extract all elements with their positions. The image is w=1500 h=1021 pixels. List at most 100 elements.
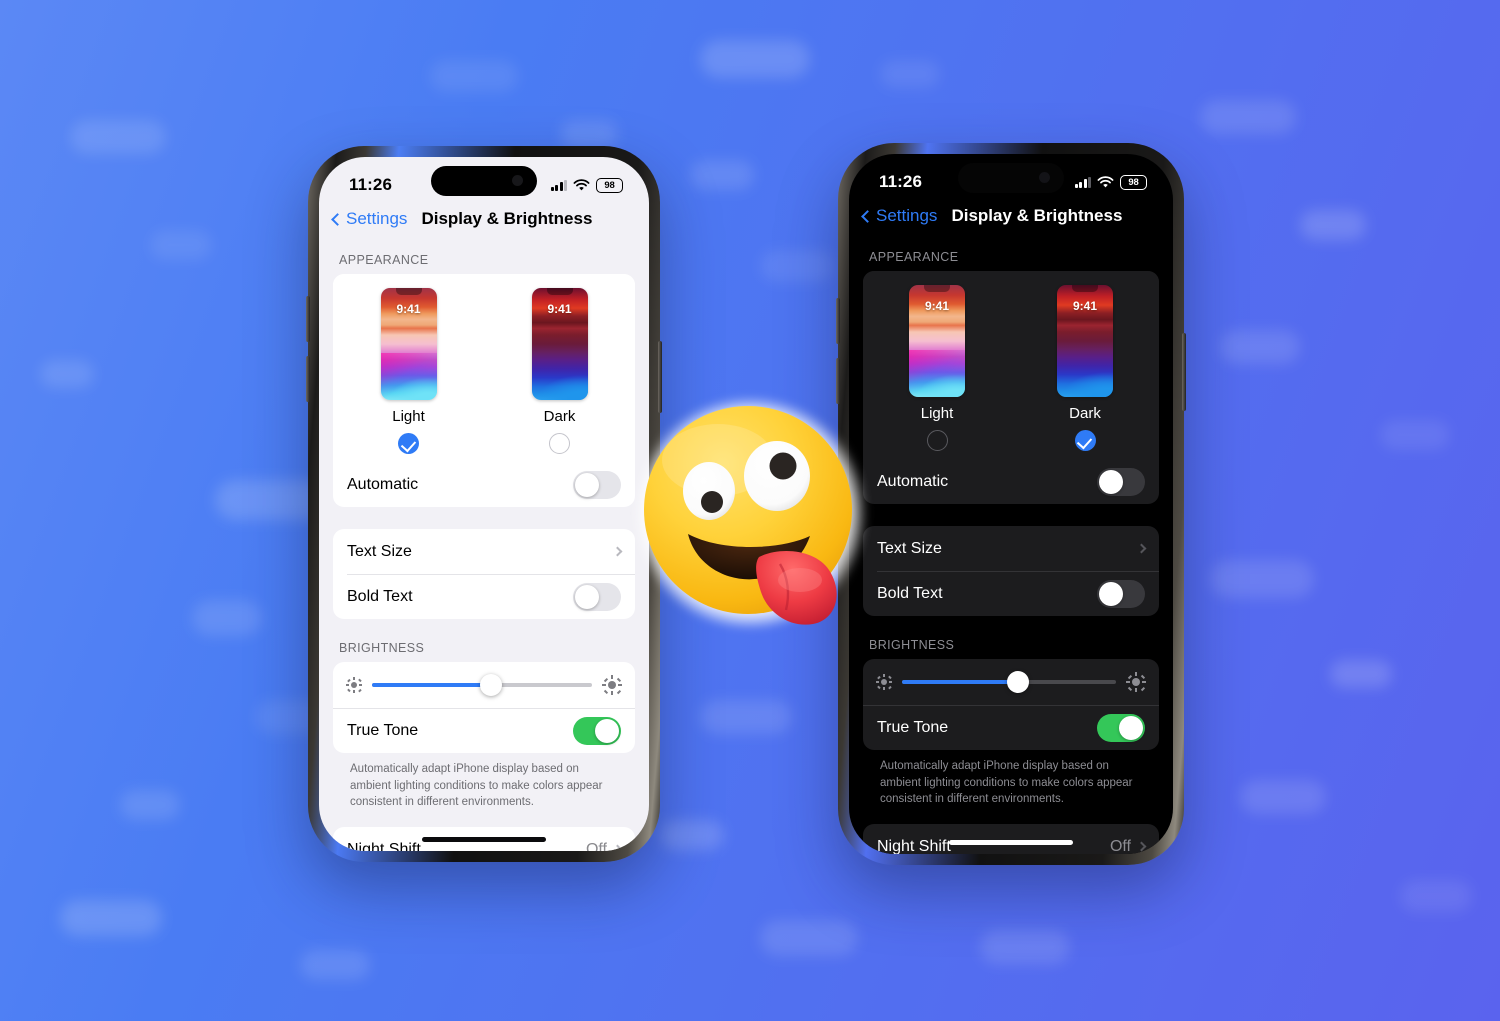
appearance-section-header: APPEARANCE	[339, 253, 429, 267]
text-card: Text Size Bold Text	[863, 526, 1159, 616]
thumbnail-time: 9:41	[396, 302, 421, 316]
thumbnail-time: 9:41	[1072, 299, 1098, 313]
row-bold-text[interactable]: Bold Text	[333, 574, 635, 619]
appearance-picker: 9:41 Light 9:41 Dark	[863, 271, 1159, 459]
volume-up-button[interactable]	[836, 298, 840, 344]
row-bold-text[interactable]: Bold Text	[863, 571, 1159, 616]
back-to-settings-button[interactable]: Settings	[861, 206, 937, 226]
row-true-tone[interactable]: True Tone	[333, 708, 635, 753]
dark-wallpaper-thumbnail: 9:41	[531, 288, 588, 400]
toggle-knob	[1119, 716, 1143, 740]
radio-light-unselected[interactable]	[926, 430, 948, 451]
back-label: Settings	[346, 209, 408, 228]
night-shift-card: Night Shift Off	[863, 824, 1159, 854]
brightness-section-header: BRIGHTNESS	[339, 641, 425, 655]
phone-screen-light: 11:26 98 Settings Display & Brightness A…	[319, 157, 649, 851]
chevron-right-icon	[612, 546, 623, 557]
appearance-option-light[interactable]: 9:41 Light	[863, 285, 1011, 451]
home-indicator[interactable]	[422, 837, 546, 842]
thumbnail-notch	[1072, 285, 1098, 292]
bold-text-toggle[interactable]	[573, 582, 621, 611]
volume-down-button[interactable]	[306, 356, 310, 402]
dynamic-island	[431, 166, 537, 196]
brightness-slider[interactable]	[902, 671, 1116, 693]
row-automatic[interactable]: Automatic	[863, 459, 1159, 504]
text-size-label: Text Size	[347, 542, 412, 560]
true-tone-toggle[interactable]	[1097, 714, 1145, 742]
thumbnail-time: 9:41	[547, 302, 572, 316]
appearance-option-dark[interactable]: 9:41 Dark	[484, 288, 635, 454]
toggle-knob	[575, 472, 599, 497]
night-shift-label: Night Shift	[347, 840, 421, 851]
true-tone-label: True Tone	[347, 722, 419, 739]
status-bar: 11:26 98	[849, 154, 1173, 200]
chevron-right-icon	[1136, 841, 1147, 852]
wifi-icon	[573, 178, 590, 190]
zany-face-emoji	[644, 405, 852, 625]
text-size-right	[1136, 543, 1147, 554]
home-indicator[interactable]	[949, 840, 1073, 845]
automatic-toggle[interactable]	[1097, 467, 1145, 496]
battery-indicator: 98	[596, 177, 623, 193]
night-shift-right: Off	[585, 840, 623, 851]
thumbnail-notch	[924, 285, 950, 292]
thumbnail-notch	[546, 288, 573, 295]
bold-text-label: Bold Text	[877, 584, 943, 602]
toggle-knob	[1099, 581, 1123, 606]
row-text-size[interactable]: Text Size	[863, 526, 1159, 571]
page-title: Display & Brightness	[421, 209, 593, 228]
true-tone-footnote: Automatically adapt iPhone display based…	[350, 763, 603, 809]
brightness-high-icon	[602, 675, 622, 695]
status-time: 11:26	[349, 175, 393, 194]
screenshot-canvas: 11:26 98 Settings Display & Brightness A…	[0, 0, 1500, 1021]
battery-indicator: 98	[1120, 174, 1147, 190]
row-night-shift[interactable]: Night Shift Off	[863, 824, 1159, 854]
settings-list: APPEARANCE 9:41 Light 9:41 Dark Automati…	[849, 236, 1173, 854]
text-size-label: Text Size	[877, 539, 942, 557]
cellular-icon	[1074, 176, 1091, 188]
text-card: Text Size Bold Text	[333, 529, 635, 619]
appearance-section-header: APPEARANCE	[869, 250, 959, 264]
front-camera-icon	[512, 175, 523, 186]
phone-screen-dark: 11:26 98 Settings Display & Brightness A…	[849, 154, 1173, 854]
iphone-light-mode: 11:26 98 Settings Display & Brightness A…	[306, 146, 662, 862]
brightness-slider[interactable]	[372, 674, 592, 696]
text-size-right	[612, 546, 623, 557]
brightness-card: True Tone	[333, 662, 635, 753]
iphone-dark-mode: 11:26 98 Settings Display & Brightness A…	[836, 143, 1186, 865]
row-true-tone[interactable]: True Tone	[863, 705, 1159, 750]
status-time: 11:26	[879, 172, 923, 191]
appearance-option-light[interactable]: 9:41 Light	[333, 288, 484, 454]
slider-knob[interactable]	[1006, 671, 1029, 693]
slider-fill	[902, 680, 1018, 684]
night-shift-value: Off	[585, 840, 607, 851]
slider-knob[interactable]	[479, 674, 502, 696]
brightness-card: True Tone	[863, 659, 1159, 750]
cellular-icon	[550, 179, 567, 191]
toggle-knob	[575, 584, 599, 609]
appearance-label-light: Light	[920, 405, 954, 422]
radio-light-selected[interactable]	[398, 433, 419, 454]
navigation-bar: Settings Display & Brightness	[849, 200, 1173, 236]
true-tone-footnote: Automatically adapt iPhone display based…	[880, 760, 1133, 806]
radio-dark-selected[interactable]	[1074, 430, 1096, 451]
automatic-toggle[interactable]	[573, 470, 621, 499]
true-tone-toggle[interactable]	[573, 717, 621, 745]
power-button[interactable]	[1182, 333, 1186, 411]
back-to-settings-button[interactable]: Settings	[331, 209, 408, 229]
chevron-right-icon	[1136, 543, 1147, 554]
bold-text-toggle[interactable]	[1097, 579, 1145, 608]
appearance-option-dark[interactable]: 9:41 Dark	[1011, 285, 1159, 451]
thumbnail-notch	[395, 288, 422, 295]
row-automatic[interactable]: Automatic	[333, 462, 635, 507]
appearance-label-light: Light	[392, 408, 425, 425]
radio-dark-unselected[interactable]	[549, 433, 570, 454]
appearance-picker: 9:41 Light 9:41 Dark	[333, 274, 635, 462]
row-text-size[interactable]: Text Size	[333, 529, 635, 574]
light-wallpaper-thumbnail: 9:41	[909, 285, 965, 397]
front-camera-icon	[1039, 172, 1050, 183]
volume-up-button[interactable]	[306, 296, 310, 342]
